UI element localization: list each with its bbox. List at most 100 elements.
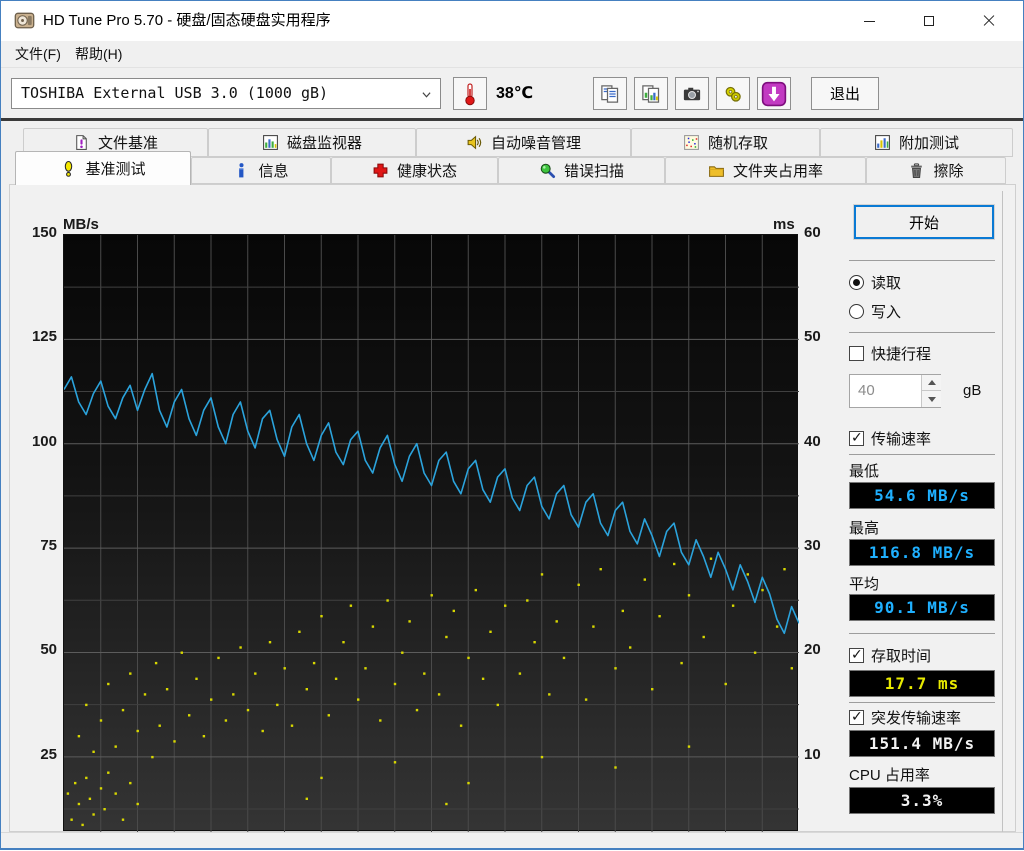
read-radio[interactable]: 读取 xyxy=(849,273,1005,291)
info-icon xyxy=(233,162,250,179)
access-time-checkbox[interactable]: 存取时间 xyxy=(849,646,1005,664)
panel-right-edge xyxy=(1002,191,1003,832)
cpu-usage-label: CPU 占用率 xyxy=(849,764,999,785)
tab-label: 擦除 xyxy=(933,160,963,181)
tab-label: 健康状态 xyxy=(397,160,457,181)
drive-select[interactable]: TOSHIBA External USB 3.0 (1000 gB) xyxy=(11,78,441,109)
cpu-usage-display: 3.3% xyxy=(849,787,995,814)
tab-health[interactable]: 健康状态 xyxy=(331,157,498,184)
minimize-button[interactable] xyxy=(846,1,892,41)
radio-read-label: 读取 xyxy=(871,272,901,293)
divider xyxy=(849,702,995,703)
radio-read-icon xyxy=(849,275,864,290)
benchmark-chart xyxy=(63,234,798,831)
file-benchmark-icon xyxy=(73,134,90,151)
maximize-button[interactable] xyxy=(906,1,952,41)
checkbox-icon xyxy=(849,431,864,446)
burst-rate-display: 151.4 MB/s xyxy=(849,730,995,757)
burst-rate-label: 突发传输速率 xyxy=(871,707,961,728)
access-time-display: 17.7 ms xyxy=(849,670,995,697)
axis-tick: 30 xyxy=(804,537,844,554)
divider xyxy=(849,633,995,634)
update-download-icon xyxy=(761,81,787,107)
short-stroke-value: 40 xyxy=(858,375,875,407)
update-button[interactable] xyxy=(757,77,791,110)
benchmark-icon xyxy=(60,160,77,177)
tab-info[interactable]: 信息 xyxy=(191,157,331,184)
thermometer-icon xyxy=(463,82,477,106)
right-axis-unit: ms xyxy=(773,216,795,233)
spin-up-button[interactable] xyxy=(922,375,941,391)
toolbar: TOSHIBA External USB 3.0 (1000 gB) 38℃ xyxy=(1,68,1023,121)
divider xyxy=(849,454,995,455)
screenshot-button[interactable] xyxy=(675,77,709,110)
tab-random-access[interactable]: 随机存取 xyxy=(631,128,820,157)
checkbox-icon xyxy=(849,346,864,361)
left-axis-ticks: 150125100755025 xyxy=(1,1,57,851)
down-arrow-icon xyxy=(928,397,936,402)
spin-down-button[interactable] xyxy=(922,391,941,407)
app-window: HD Tune Pro 5.70 - 硬盘/固态硬盘实用程序 文件(F) 帮助(… xyxy=(0,0,1024,850)
tab-aam[interactable]: 自动噪音管理 xyxy=(416,128,631,157)
titlebar: HD Tune Pro 5.70 - 硬盘/固态硬盘实用程序 xyxy=(1,1,1023,41)
min-label: 最低 xyxy=(849,460,999,481)
tab-extra-tests[interactable]: 附加测试 xyxy=(820,128,1013,157)
maximize-icon xyxy=(924,16,934,26)
minimize-icon xyxy=(864,21,875,22)
short-stroke-checkbox[interactable]: 快捷行程 xyxy=(849,344,1005,362)
right-axis-ticks: 605040302010 xyxy=(804,1,844,851)
axis-tick: 150 xyxy=(1,224,57,241)
error-scan-icon xyxy=(539,162,556,179)
axis-tick: 125 xyxy=(1,328,57,345)
screenshot-camera-icon xyxy=(682,84,702,104)
axis-tick: 60 xyxy=(804,224,844,241)
short-stroke-label: 快捷行程 xyxy=(871,343,931,364)
tab-erase[interactable]: 擦除 xyxy=(866,157,1006,184)
chevron-down-icon xyxy=(422,90,431,99)
burst-rate-checkbox[interactable]: 突发传输速率 xyxy=(849,708,1005,726)
copy-image-button[interactable] xyxy=(634,77,668,110)
tab-label: 附加测试 xyxy=(899,132,959,153)
folder-usage-icon xyxy=(708,162,725,179)
aam-speaker-icon xyxy=(466,134,483,151)
axis-tick: 10 xyxy=(804,746,844,763)
health-icon xyxy=(372,162,389,179)
up-arrow-icon xyxy=(928,380,936,385)
axis-tick: 20 xyxy=(804,641,844,658)
close-button[interactable] xyxy=(966,1,1012,41)
tab-label: 磁盘监视器 xyxy=(287,132,362,153)
axis-tick: 75 xyxy=(1,537,57,554)
divider xyxy=(849,332,995,333)
tab-label: 信息 xyxy=(258,160,288,181)
extra-tests-icon xyxy=(874,134,891,151)
left-axis-unit: MB/s xyxy=(63,216,99,233)
close-icon xyxy=(983,15,995,27)
short-stroke-size-input[interactable]: 40 xyxy=(849,374,941,408)
temperature-button[interactable] xyxy=(453,77,487,110)
tab-label: 基准测试 xyxy=(85,158,145,179)
start-button[interactable]: 开始 xyxy=(854,205,994,239)
copy-text-button[interactable] xyxy=(593,77,627,110)
checkbox-icon xyxy=(849,710,864,725)
write-radio[interactable]: 写入 xyxy=(849,302,1005,320)
menubar: 文件(F) 帮助(H) xyxy=(1,41,1023,68)
menu-help[interactable]: 帮助(H) xyxy=(67,41,130,67)
window-title: HD Tune Pro 5.70 - 硬盘/固态硬盘实用程序 xyxy=(43,1,331,41)
avg-value-display: 90.1 MB/s xyxy=(849,594,995,621)
axis-tick: 100 xyxy=(1,433,57,450)
temperature-value: 38℃ xyxy=(496,77,533,110)
disk-monitor-icon xyxy=(262,134,279,151)
transfer-rate-checkbox[interactable]: 传输速率 xyxy=(849,429,1005,447)
tab-label: 随机存取 xyxy=(708,132,768,153)
max-value-display: 116.8 MB/s xyxy=(849,539,995,566)
tab-disk-monitor[interactable]: 磁盘监视器 xyxy=(208,128,416,157)
axis-tick: 25 xyxy=(1,746,57,763)
chart-canvas xyxy=(64,235,799,832)
short-stroke-unit: gB xyxy=(963,382,993,399)
checkbox-icon xyxy=(849,648,864,663)
tab-benchmark[interactable]: 基准测试 xyxy=(15,151,191,185)
tab-error-scan[interactable]: 错误扫描 xyxy=(498,157,665,184)
axis-tick: 50 xyxy=(804,328,844,345)
options-button[interactable] xyxy=(716,77,750,110)
start-label: 开始 xyxy=(909,212,939,233)
